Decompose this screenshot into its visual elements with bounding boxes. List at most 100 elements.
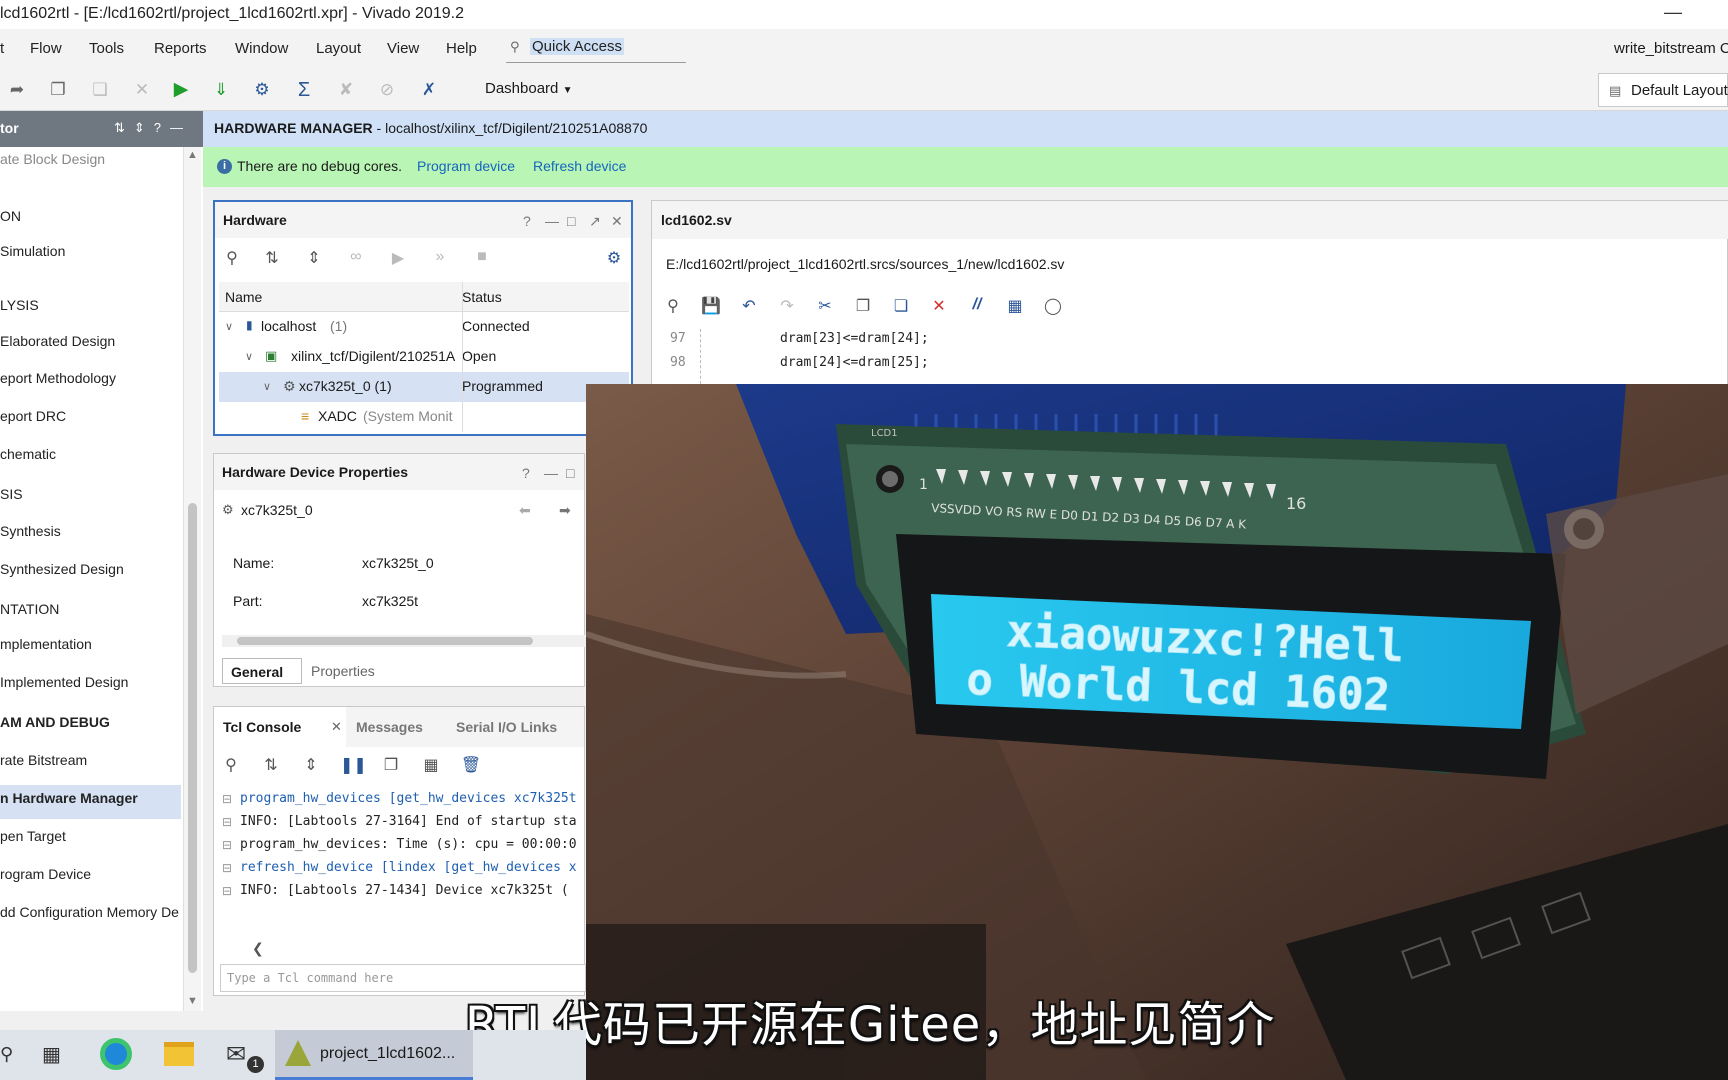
flow-nav-item[interactable]: eport Methodology bbox=[0, 370, 116, 386]
collapse-icon[interactable]: ⊟ bbox=[222, 792, 232, 806]
copy-icon[interactable]: ❐ bbox=[380, 755, 402, 775]
back-arrow-icon[interactable]: ⬅ bbox=[519, 502, 531, 519]
flow-nav-item[interactable]: eport DRC bbox=[0, 408, 66, 424]
search-icon[interactable]: ⚲ bbox=[0, 1044, 13, 1065]
stop-icon[interactable]: ■ bbox=[471, 248, 493, 266]
pause-icon[interactable]: ❚❚ bbox=[340, 755, 367, 775]
column-name[interactable]: Name bbox=[225, 289, 262, 305]
program-device-link[interactable]: Program device bbox=[417, 158, 515, 174]
menu-view[interactable]: View bbox=[387, 40, 419, 57]
panel-controls[interactable]: ⇅⇕?— bbox=[114, 120, 192, 136]
flow-nav-item[interactable]: mplementation bbox=[0, 636, 92, 652]
minimize-button[interactable]: — bbox=[1664, 2, 1682, 23]
search-icon[interactable]: ⚲ bbox=[221, 248, 243, 268]
flow-nav-item[interactable]: pen Target bbox=[0, 828, 66, 844]
help-icon[interactable]: ? bbox=[522, 465, 530, 481]
maximize-icon[interactable]: □ bbox=[567, 213, 575, 229]
collapse-icon[interactable]: ⊟ bbox=[222, 815, 232, 829]
table-row[interactable]: ∨ ▣ xilinx_tcf/Digilent/210251A Open bbox=[219, 342, 629, 372]
tab-properties[interactable]: Properties bbox=[311, 663, 375, 679]
collapse-all-icon[interactable]: ⇅ bbox=[261, 248, 283, 268]
delete-icon[interactable]: ✕ bbox=[131, 79, 153, 101]
float-icon[interactable]: ↗ bbox=[589, 213, 601, 230]
collapse-icon[interactable]: ⊟ bbox=[222, 861, 232, 875]
refresh-device-link[interactable]: Refresh device bbox=[533, 158, 626, 174]
flow-nav-item[interactable]: Elaborated Design bbox=[0, 333, 115, 349]
taskbar-vivado-app[interactable]: project_1lcd1602... bbox=[275, 1030, 473, 1080]
flow-nav-item[interactable]: chematic bbox=[0, 446, 56, 462]
copy-icon[interactable]: ❐ bbox=[852, 296, 874, 316]
insert-template-icon[interactable]: ▦ bbox=[1004, 296, 1026, 316]
debug-disabled-icon[interactable]: ⊘ bbox=[376, 79, 398, 101]
cut-icon[interactable]: ✂ bbox=[814, 296, 836, 316]
flow-nav-item[interactable]: dd Configuration Memory De bbox=[0, 904, 179, 920]
file-explorer-icon[interactable] bbox=[164, 1042, 194, 1066]
scroll-thumb[interactable] bbox=[237, 637, 533, 645]
flow-nav-item[interactable]: Synthesis bbox=[0, 523, 61, 539]
menu-edge[interactable]: t bbox=[0, 40, 4, 57]
menu-flow[interactable]: Flow bbox=[30, 40, 62, 57]
close-icon[interactable]: ✕ bbox=[611, 213, 623, 230]
undo-icon[interactable]: ↶ bbox=[738, 296, 760, 316]
mail-icon[interactable]: ✉ bbox=[226, 1040, 246, 1069]
scroll-down-icon[interactable]: ▼ bbox=[187, 995, 198, 1007]
run-trigger-icon[interactable]: ▶ bbox=[387, 248, 409, 268]
save-icon[interactable]: 💾 bbox=[700, 296, 722, 316]
horizontal-scrollbar[interactable] bbox=[222, 635, 586, 647]
gear-icon[interactable]: ⚙ bbox=[603, 248, 625, 268]
edge-browser-icon[interactable] bbox=[100, 1038, 132, 1070]
task-view-icon[interactable]: ▦ bbox=[42, 1042, 61, 1067]
chevron-down-icon[interactable]: ∨ bbox=[225, 320, 233, 333]
flow-nav-item[interactable]: Synthesized Design bbox=[0, 561, 124, 577]
flow-nav-item[interactable]: Implemented Design bbox=[0, 674, 128, 690]
scroll-left-icon[interactable]: ❮ bbox=[252, 940, 264, 957]
tab-tcl-console[interactable]: Tcl Console ✕ bbox=[214, 707, 346, 747]
scroll-up-icon[interactable]: ▲ bbox=[187, 149, 198, 161]
auto-connect-icon[interactable]: ∞ bbox=[345, 248, 367, 266]
menu-layout[interactable]: Layout bbox=[316, 40, 361, 57]
quick-access-search[interactable]: ⚲ Quick Access bbox=[506, 35, 686, 63]
tool-disabled-icon[interactable]: ✘ bbox=[335, 79, 357, 101]
maximize-icon[interactable]: □ bbox=[566, 465, 574, 481]
collapse-all-icon[interactable]: ⇅ bbox=[260, 755, 282, 775]
flow-nav-item[interactable]: Simulation bbox=[0, 243, 65, 259]
trash-icon[interactable]: 🗑 bbox=[460, 755, 482, 775]
help-icon[interactable]: ? bbox=[523, 213, 531, 229]
layout-selector[interactable]: ▤ Default Layout bbox=[1598, 73, 1728, 107]
table-icon[interactable]: ▦ bbox=[420, 755, 442, 775]
cancel-tools-icon[interactable]: ✗ bbox=[418, 79, 440, 101]
expand-all-icon[interactable]: ⇕ bbox=[303, 248, 325, 268]
lightbulb-icon[interactable]: ◯ bbox=[1042, 296, 1064, 316]
minimize-icon[interactable]: — bbox=[545, 213, 559, 229]
tab-messages[interactable]: Messages bbox=[356, 719, 423, 735]
column-status[interactable]: Status bbox=[462, 289, 502, 305]
paste-icon[interactable]: ❏ bbox=[890, 296, 912, 316]
menu-reports[interactable]: Reports bbox=[154, 40, 207, 57]
scroll-thumb[interactable] bbox=[188, 503, 197, 973]
run-icon[interactable]: ▶ bbox=[170, 79, 192, 101]
table-row[interactable]: ≡ XADC (System Monit bbox=[219, 402, 629, 432]
menu-tools[interactable]: Tools bbox=[89, 40, 124, 57]
flow-nav-item[interactable]: n Hardware Manager bbox=[0, 790, 138, 806]
table-row[interactable]: ∨ ▮ localhost (1) Connected bbox=[219, 312, 629, 342]
menu-help[interactable]: Help bbox=[446, 40, 477, 57]
collapse-icon[interactable]: ⊟ bbox=[222, 838, 232, 852]
chevron-down-icon[interactable]: ∨ bbox=[245, 350, 253, 363]
search-icon[interactable]: ⚲ bbox=[662, 296, 684, 316]
sigma-icon[interactable]: Σ bbox=[293, 79, 315, 101]
close-icon[interactable]: ✕ bbox=[331, 719, 342, 735]
flow-nav-item[interactable]: AM AND DEBUG bbox=[0, 714, 110, 730]
comment-icon[interactable]: // bbox=[966, 296, 988, 314]
flow-nav-item[interactable]: ate Block Design bbox=[0, 151, 105, 167]
search-icon[interactable]: ⚲ bbox=[220, 755, 242, 775]
tab-general[interactable]: General bbox=[222, 658, 302, 684]
expand-all-icon[interactable]: ⇕ bbox=[300, 755, 322, 775]
collapse-icon[interactable]: ⊟ bbox=[222, 884, 232, 898]
settings-gear-icon[interactable]: ⚙ bbox=[251, 79, 273, 101]
paste-icon[interactable]: ❏ bbox=[89, 79, 111, 101]
menu-window[interactable]: Window bbox=[235, 40, 288, 57]
flow-nav-item[interactable]: rogram Device bbox=[0, 866, 91, 882]
redo-icon[interactable]: ➦ bbox=[6, 79, 28, 101]
forward-arrow-icon[interactable]: ➡ bbox=[559, 502, 571, 519]
chevron-down-icon[interactable]: ∨ bbox=[263, 380, 271, 393]
